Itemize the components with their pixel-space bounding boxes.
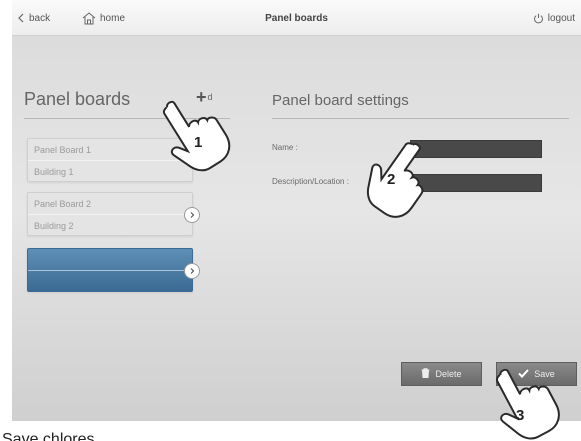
divider: [28, 214, 192, 215]
panel-board-item[interactable]: Panel Board 2 Building 2: [27, 192, 200, 236]
callout-number: 3: [516, 407, 525, 424]
top-navigation-bar: back home Panel boards logout: [12, 0, 581, 36]
panel-board-item-selected[interactable]: [27, 248, 200, 292]
page-title: Panel boards: [265, 12, 328, 24]
logout-button[interactable]: logout: [533, 0, 575, 36]
settings-heading: Panel board settings: [272, 92, 409, 109]
pointing-hand-icon: [357, 138, 437, 218]
caption-fragment: Save chlores: [2, 424, 142, 441]
delete-label: Delete: [435, 369, 462, 379]
caption-text: Save chlores: [2, 431, 95, 441]
power-icon: [533, 13, 544, 24]
item-name: Panel Board 1: [34, 145, 92, 155]
divider: [272, 118, 569, 119]
pointing-hand-icon: [158, 92, 231, 178]
name-label: Name :: [272, 143, 298, 152]
app-window: back home Panel boards logout Panel boar…: [12, 0, 581, 421]
delete-button[interactable]: Delete: [401, 362, 482, 386]
logout-label: logout: [547, 12, 575, 24]
callout-number: 1: [194, 134, 203, 151]
panel-boards-heading: Panel boards: [24, 89, 131, 109]
divider: [28, 270, 192, 271]
item-name: Panel Board 2: [34, 199, 92, 209]
item-location: Building 2: [34, 221, 74, 231]
trash-icon: [421, 368, 430, 380]
pointing-hand-icon: [487, 364, 560, 441]
item-location: Building 1: [34, 167, 74, 177]
callout-number: 2: [387, 171, 396, 188]
chevron-right-icon[interactable]: [184, 263, 200, 279]
chevron-right-icon[interactable]: [184, 207, 200, 223]
description-label: Description/Location :: [272, 177, 349, 186]
